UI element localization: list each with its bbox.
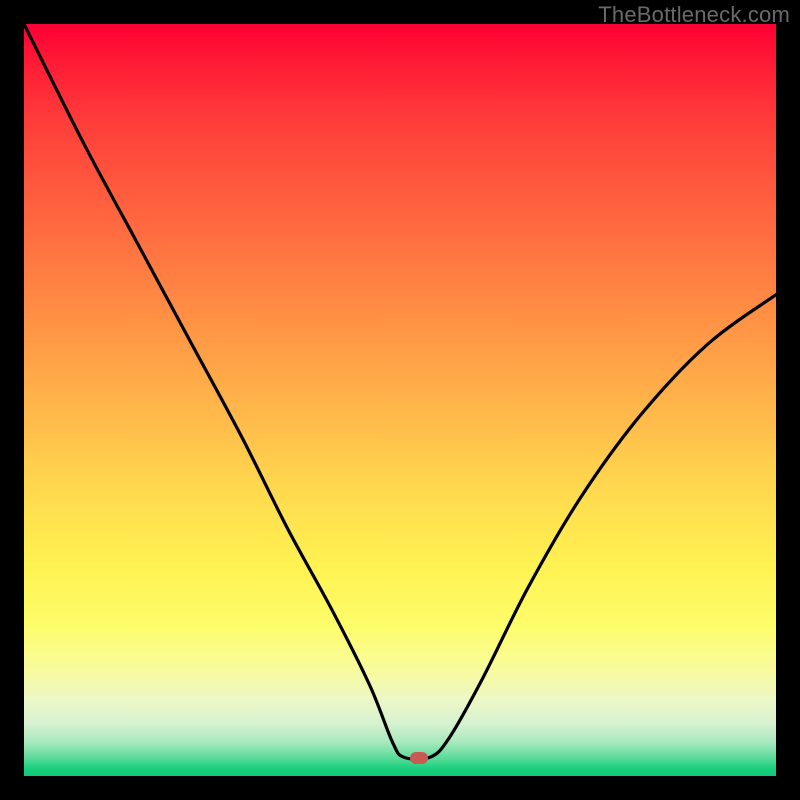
curve-path (24, 24, 776, 759)
plot-area (24, 24, 776, 776)
bottleneck-curve (24, 24, 776, 776)
chart-frame: TheBottleneck.com (0, 0, 800, 800)
optimal-point-marker (410, 752, 428, 764)
watermark-text: TheBottleneck.com (598, 2, 790, 28)
